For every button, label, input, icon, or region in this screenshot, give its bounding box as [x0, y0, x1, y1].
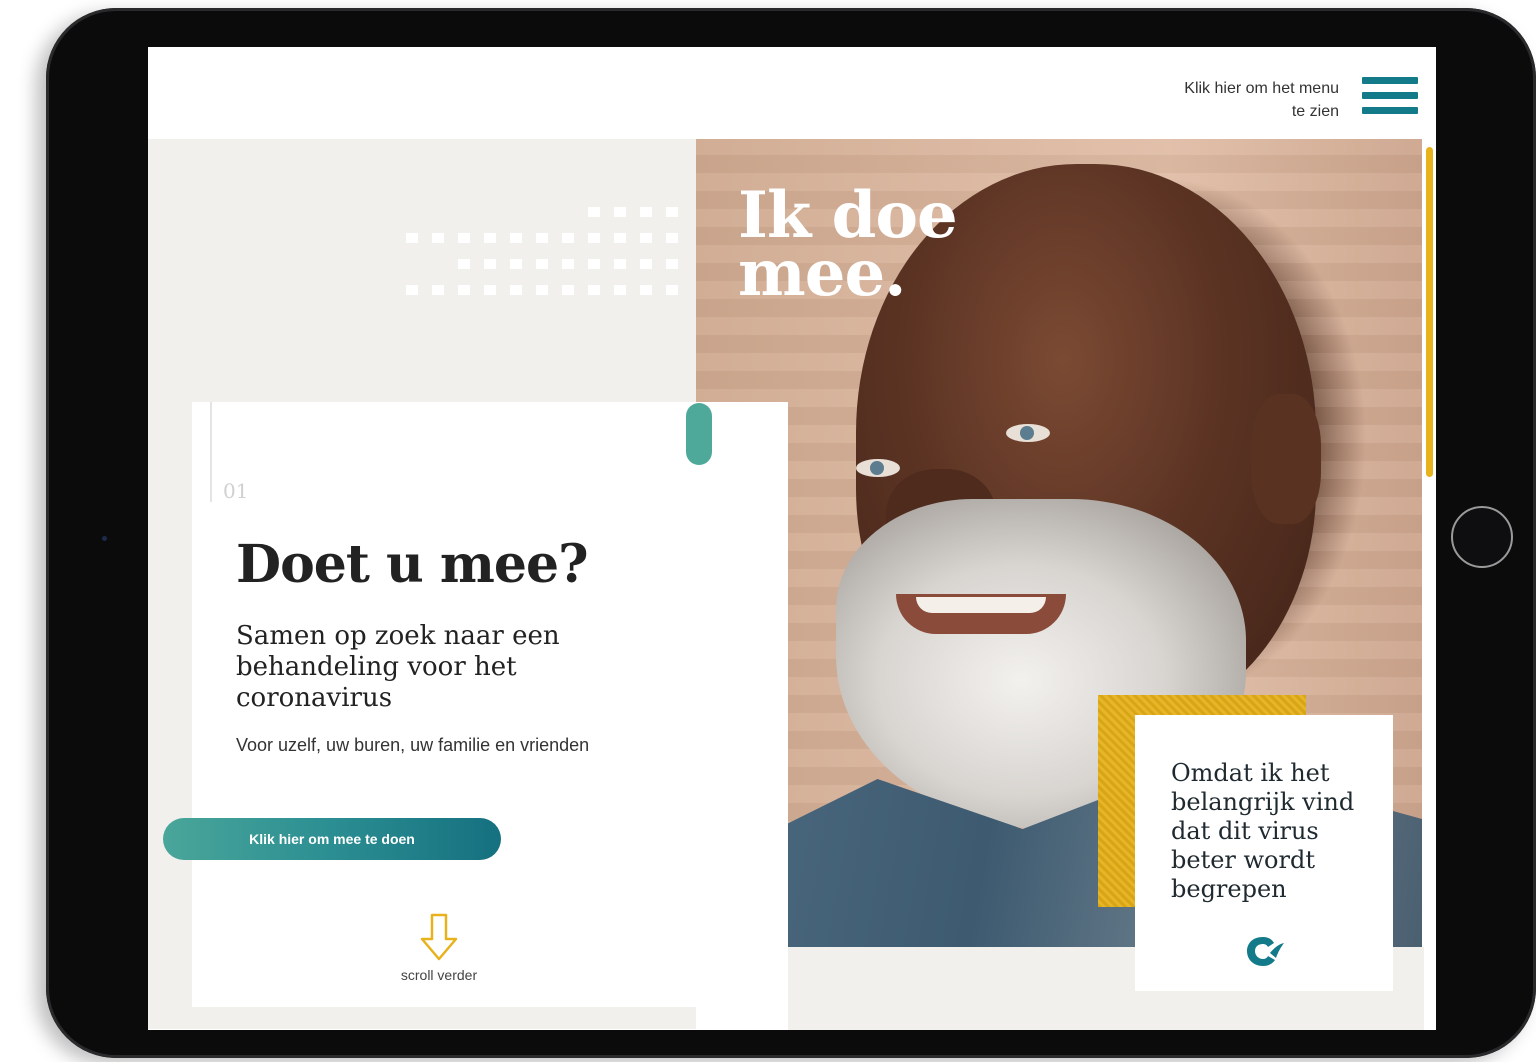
dot [406, 233, 418, 243]
dot [666, 259, 678, 269]
page-title: Doet u mee? [236, 534, 589, 595]
dot [640, 259, 652, 269]
dot [562, 233, 574, 243]
tablet-frame: Klik hier om het menu te zien Ik doe mee… [46, 8, 1536, 1058]
scroll-further-link[interactable]: scroll verder [378, 967, 500, 983]
dot [458, 233, 470, 243]
dot [588, 285, 600, 295]
dot [510, 285, 522, 295]
dot [614, 285, 626, 295]
slide-indicator[interactable] [686, 403, 712, 465]
hamburger-bar [1362, 92, 1418, 99]
dot [536, 285, 548, 295]
dot [406, 285, 418, 295]
camera-icon [102, 536, 107, 541]
dot [536, 233, 548, 243]
dot-pattern [406, 205, 696, 305]
home-button[interactable] [1451, 506, 1513, 568]
dot [640, 285, 652, 295]
hamburger-bar [1362, 107, 1418, 114]
brand-logo-icon [1247, 937, 1284, 966]
hamburger-bar [1362, 77, 1418, 84]
quote-card: Omdat ik het belangrijk vind dat dit vir… [1135, 715, 1393, 991]
dot [510, 233, 522, 243]
menu-hint-line1: Klik hier om het menu [1184, 80, 1339, 97]
dot [484, 259, 496, 269]
dot [666, 285, 678, 295]
dot [562, 285, 574, 295]
dot [484, 233, 496, 243]
menu-hint-line2: te zien [1291, 103, 1339, 120]
dot [640, 207, 652, 217]
menu-hint[interactable]: Klik hier om het menu te zien [1099, 77, 1339, 123]
dot [614, 233, 626, 243]
dot [432, 233, 444, 243]
page-subtitle: Samen op zoek naar een behandeling voor … [236, 621, 560, 713]
participate-button[interactable]: Klik hier om mee te doen [163, 818, 501, 860]
card-divider [210, 402, 212, 502]
dot [588, 233, 600, 243]
quote-text: Omdat ik het belangrijk vind dat dit vir… [1171, 759, 1355, 903]
dot [536, 259, 548, 269]
dot [614, 259, 626, 269]
hero-headline: Ik doe mee. [738, 178, 958, 311]
site-header: Klik hier om het menu te zien [148, 47, 1436, 139]
dot [588, 207, 600, 217]
slide-number: 01 [223, 479, 249, 503]
dot [562, 259, 574, 269]
arrow-down-icon[interactable] [419, 913, 459, 961]
dot [614, 207, 626, 217]
dot [640, 233, 652, 243]
scrollbar-thumb[interactable] [1426, 147, 1433, 477]
screen: Klik hier om het menu te zien Ik doe mee… [148, 47, 1436, 1030]
dot [666, 207, 678, 217]
intro-text: Voor uzelf, uw buren, uw familie en vrie… [236, 735, 590, 755]
dot [484, 285, 496, 295]
dot [666, 233, 678, 243]
dot [432, 285, 444, 295]
hamburger-icon[interactable] [1362, 77, 1418, 125]
dot [588, 259, 600, 269]
dot [458, 259, 470, 269]
dot [510, 259, 522, 269]
dot [458, 285, 470, 295]
